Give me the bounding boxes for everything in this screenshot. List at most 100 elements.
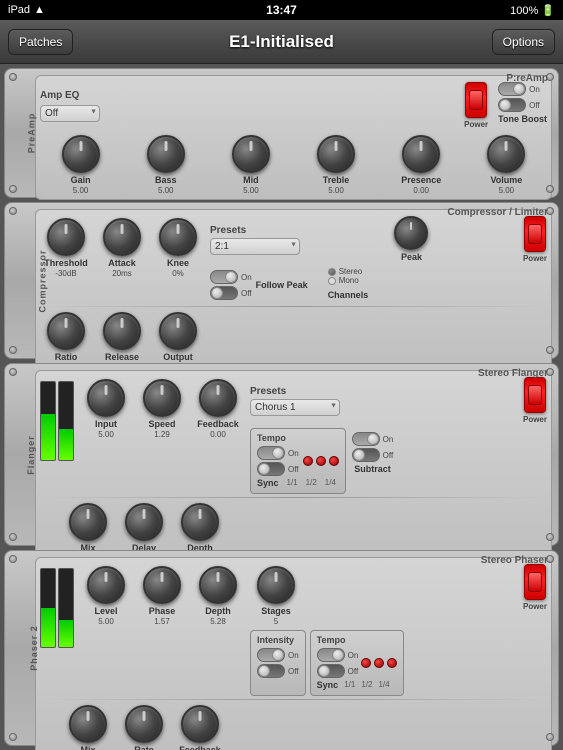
release-knob[interactable] [103,312,141,350]
fl-mix-knob[interactable] [69,503,107,541]
ratio-knob[interactable] [47,312,85,350]
amp-eq-dropdown[interactable]: Off [40,105,100,122]
treble-value: 5.00 [328,186,344,195]
ph-int-on-toggle[interactable] [257,648,285,662]
presence-value: 0.00 [413,186,429,195]
preamp-power-switch[interactable] [465,82,487,118]
presence-knob[interactable] [402,135,440,173]
fl-depth-knob[interactable] [181,503,219,541]
fl-sync-on-label: On [288,449,299,458]
mono-label: Mono [339,276,359,285]
fl-sync-on-row: On [257,446,299,460]
ph-int-off-toggle[interactable] [257,664,285,678]
options-button[interactable]: Options [492,29,555,55]
fl-sync-on-toggle[interactable] [257,446,285,460]
channels-label: Channels [328,290,369,300]
subtract-off-toggle[interactable] [352,448,380,462]
phaser-vertical-label: Phaser 2 [29,625,39,671]
flanger-vu-area [40,377,74,461]
ph-knob-mix: Mix 10.00 [62,703,114,750]
ph-depth-knob[interactable] [199,566,237,604]
subtract-on-toggle[interactable] [352,432,380,446]
mono-radio[interactable] [328,277,336,285]
flanger-vu-right [58,381,74,461]
ph-rate-knob[interactable] [125,705,163,743]
preamp-knob-volume: Volume 5.00 [480,133,532,195]
bass-knob[interactable] [147,135,185,173]
fl-tempo-dot-3[interactable] [329,456,339,466]
fl-sync-off-row: Off [257,462,299,476]
ph-feedback-label: Feedback [179,745,221,750]
comp-screw-br [546,346,554,354]
ph-feedback-knob[interactable] [181,705,219,743]
fl-input-value: 5.00 [98,430,114,439]
tone-on-label: On [529,85,540,94]
ph-int-on-label: On [288,651,299,660]
ph-phase-knob[interactable] [143,566,181,604]
presence-label: Presence [401,175,441,186]
fl-screw-br [546,533,554,541]
ph-sync-off-toggle[interactable] [317,664,345,678]
mid-knob[interactable] [232,135,270,173]
fl-presets-dropdown[interactable]: Chorus 1 [250,399,340,416]
ph-screw-bl [9,733,17,741]
flanger-top-label: Stereo Flanger [478,368,548,379]
gain-label: Gain [71,175,91,186]
peak-knob[interactable] [394,216,428,250]
fl-power-group: Power [523,377,547,424]
ph-power-switch[interactable] [524,564,546,600]
threshold-knob[interactable] [47,218,85,256]
fl-sync-off-toggle[interactable] [257,462,285,476]
knee-knob[interactable] [159,218,197,256]
fl-sync-on-knob [272,447,284,459]
ph-screw-br [546,733,554,741]
preamp-power-inner [469,90,483,110]
fl-tempo-dot-1[interactable] [303,456,313,466]
subtract-on-knob [367,433,379,445]
stereo-radio[interactable] [328,268,336,276]
flanger-vertical-label: Flanger [26,435,36,475]
comp-power-switch[interactable] [524,216,546,252]
fl-tempo-labels-row: Sync 1/1 1/2 1/4 [257,478,339,489]
ph-mix-knob[interactable] [69,705,107,743]
ph-sync-off-knob [318,665,330,677]
fl-presets-wrapper: Chorus 1 [250,397,340,416]
gain-value: 5.00 [73,186,89,195]
comp-divider [40,306,547,307]
attack-knob[interactable] [103,218,141,256]
tone-boost-toggle-off[interactable] [498,98,526,112]
ph-depth-label: Depth [205,606,231,617]
ph-tempo-dot-2[interactable] [374,658,384,668]
ph-sync-on-toggle[interactable] [317,648,345,662]
gain-knob[interactable] [62,135,100,173]
fl-power-switch[interactable] [524,377,546,413]
patches-button[interactable]: Patches [8,29,73,55]
follow-off-row: Off [210,286,252,300]
release-label: Release [105,352,139,363]
comp-presets-dropdown[interactable]: 2:1 [210,238,300,255]
output-knob[interactable] [159,312,197,350]
ph-stages-knob[interactable] [257,566,295,604]
ph-depth-value: 5.28 [210,617,226,626]
ph-level-knob[interactable] [87,566,125,604]
channels-area: Stereo Mono Channels [328,267,369,303]
ph-tempo-dot-3[interactable] [387,658,397,668]
ph-tempo-val-3: 1/4 [378,680,389,691]
volume-knob[interactable] [487,135,525,173]
tone-boost-toggle[interactable] [498,82,526,96]
fl-delay-knob[interactable] [125,503,163,541]
treble-knob[interactable] [317,135,355,173]
ph-tempo-dot-1[interactable] [361,658,371,668]
threshold-label: Threshold [44,258,88,269]
vu-bar-right [59,429,73,460]
phaser-vu-left [40,568,56,648]
follow-peak-on-toggle[interactable] [210,270,238,284]
fl-speed-knob[interactable] [143,379,181,417]
follow-on-knob [225,271,237,283]
fl-presets-area: Presets Chorus 1 [250,386,340,416]
fl-input-knob[interactable] [87,379,125,417]
fl-tempo-dot-2[interactable] [316,456,326,466]
follow-peak-off-toggle[interactable] [210,286,238,300]
fl-feedback-knob[interactable] [199,379,237,417]
ph-phase-label: Phase [149,606,176,617]
